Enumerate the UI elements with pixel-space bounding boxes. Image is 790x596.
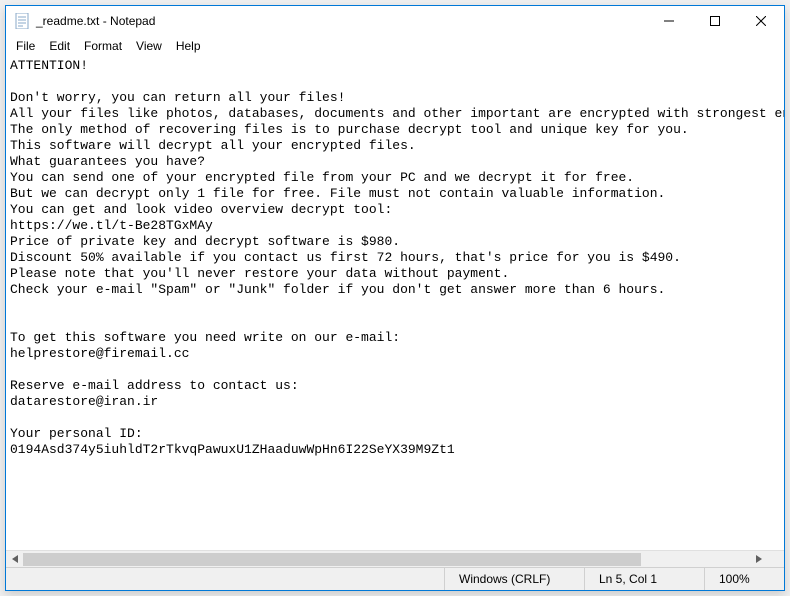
scroll-corner [767, 551, 784, 568]
titlebar: _readme.txt - Notepad [6, 6, 784, 36]
status-cursor-position: Ln 5, Col 1 [584, 568, 704, 590]
horizontal-scrollbar[interactable] [6, 550, 784, 567]
scroll-track[interactable] [23, 551, 750, 568]
scroll-thumb[interactable] [23, 553, 641, 566]
statusbar: Windows (CRLF) Ln 5, Col 1 100% [6, 567, 784, 590]
window-title: _readme.txt - Notepad [36, 14, 646, 28]
menubar: File Edit Format View Help [6, 36, 784, 56]
editor-area: ATTENTION! Don't worry, you can return a… [6, 56, 784, 567]
text-editor[interactable]: ATTENTION! Don't worry, you can return a… [6, 56, 784, 550]
status-line-ending: Windows (CRLF) [444, 568, 584, 590]
scroll-right-arrow-icon[interactable] [750, 551, 767, 568]
status-zoom: 100% [704, 568, 784, 590]
menu-help[interactable]: Help [170, 38, 207, 54]
menu-view[interactable]: View [130, 38, 168, 54]
close-button[interactable] [738, 6, 784, 35]
menu-file[interactable]: File [10, 38, 41, 54]
window-controls [646, 6, 784, 35]
minimize-button[interactable] [646, 6, 692, 35]
menu-edit[interactable]: Edit [43, 38, 76, 54]
menu-format[interactable]: Format [78, 38, 128, 54]
scroll-left-arrow-icon[interactable] [6, 551, 23, 568]
notepad-file-icon [14, 13, 30, 29]
maximize-button[interactable] [692, 6, 738, 35]
notepad-window: _readme.txt - Notepad File Edit Format V… [5, 5, 785, 591]
